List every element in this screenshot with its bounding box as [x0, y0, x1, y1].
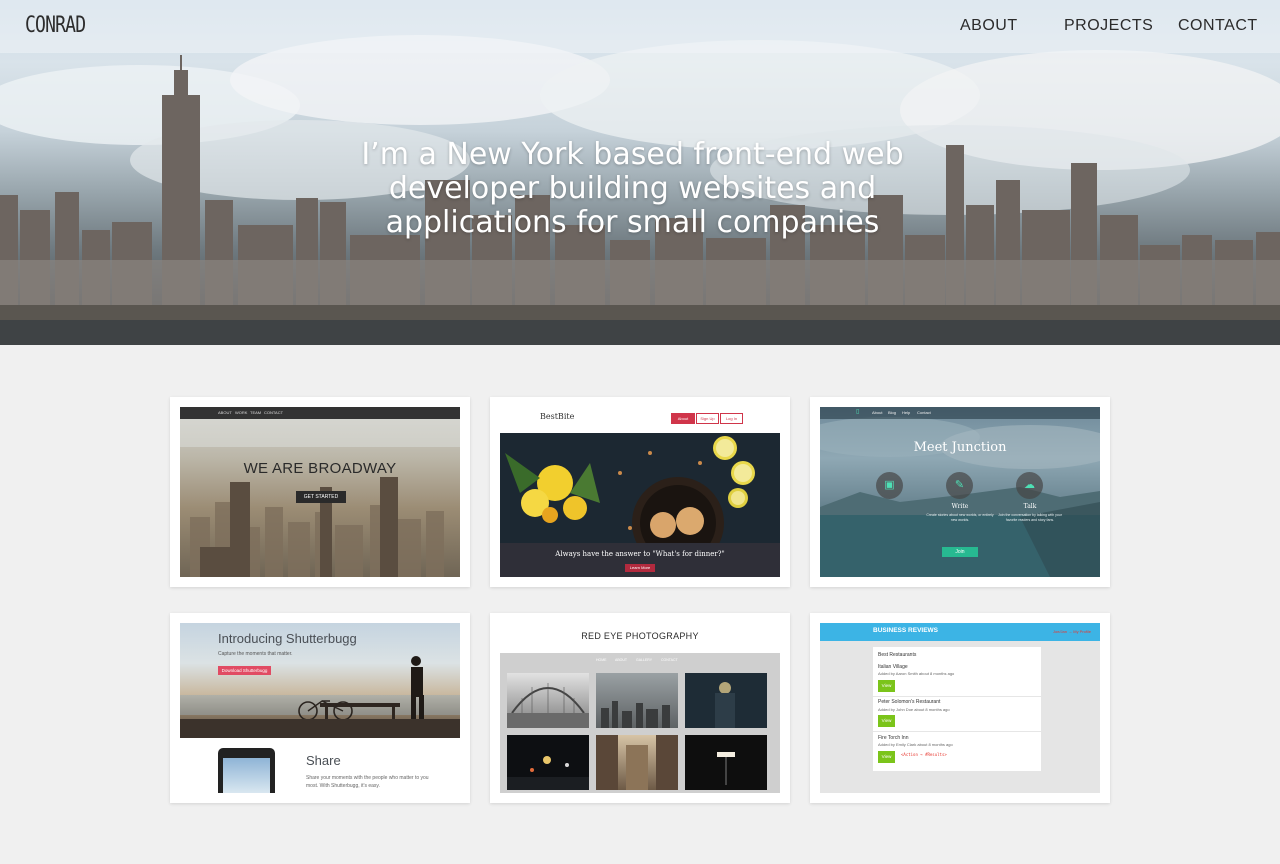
mini-nav-item: ABOUT [218, 410, 232, 415]
mini-nav-item: About [872, 410, 883, 415]
mini-nav-item: TEAM [250, 410, 262, 415]
shutterbugg-title: Introducing Shutterbugg [218, 631, 357, 646]
view-button: View [878, 715, 895, 727]
view-button: View [878, 751, 895, 763]
project-screenshot-bestbite: BestBite About Sign Up Log In Always hav… [500, 407, 780, 577]
shutterbugg-subtitle: Capture the moments that matter. [218, 651, 293, 657]
hero-section: CONRAD ABOUT PROJECTS CONTACT I’m a New … [0, 0, 1280, 345]
gallery-photo-bridge [507, 673, 589, 728]
review-name: Fire Torch Inn [878, 735, 909, 741]
feature-desc: Create stories about new worlds, or enti… [926, 513, 994, 522]
top-navbar: CONRAD ABOUT PROJECTS CONTACT [0, 0, 1280, 53]
about-button: About [671, 413, 695, 424]
panel-title: Best Restaurants [878, 652, 917, 658]
food-photo [500, 433, 780, 569]
project-screenshot-shutterbugg: Introducing Shutterbugg Capture the mome… [180, 623, 460, 793]
mini-navbar: ▯ About Blog Help Contact [820, 407, 1100, 419]
mini-nav-item: Contact [917, 410, 931, 415]
nav-contact[interactable]: CONTACT [1178, 17, 1258, 35]
share-title: Share [306, 753, 341, 768]
project-card-redeye[interactable]: RED EYE PHOTOGRAPHY HOME ABOUT GALLERY C… [490, 613, 790, 803]
gallery-photo-night-street [507, 735, 589, 790]
hero-headline: I’m a New York based front-end web devel… [361, 137, 904, 240]
project-card-junction[interactable]: ▯ About Blog Help Contact Meet Junction … [810, 397, 1110, 587]
gallery-nav-item: GALLERY [636, 658, 653, 662]
feature-name: Talk [1023, 503, 1037, 510]
broadway-title: WE ARE BROADWAY [243, 460, 397, 477]
project-card-bestbite[interactable]: BestBite About Sign Up Log In Always hav… [490, 397, 790, 587]
gallery-photo-skyline [596, 673, 678, 728]
project-screenshot-redeye: RED EYE PHOTOGRAPHY HOME ABOUT GALLERY C… [500, 623, 780, 793]
mini-nav-item: CONTACT [264, 410, 284, 415]
review-meta: Added by John Doe about 8 months ago [878, 707, 950, 712]
learn-more-button: Learn More [625, 564, 655, 572]
view-button: View [878, 680, 895, 692]
mini-nav-item: Blog [888, 410, 897, 415]
bestbite-tagline: Always have the answer to "What's for di… [555, 550, 725, 558]
code-snippet: <Action → #Results> [901, 752, 947, 757]
divider [873, 731, 1041, 732]
project-card-shutterbugg[interactable]: Introducing Shutterbugg Capture the mome… [170, 613, 470, 803]
project-screenshot-broadway: ABOUT WORK TEAM CONTACT WE ARE BROADWAY … [180, 407, 460, 577]
gallery-photo-buildings [596, 735, 678, 790]
food-image [500, 433, 780, 569]
pencil-icon: ✎ [946, 472, 973, 499]
project-screenshot-junction: ▯ About Blog Help Contact Meet Junction … [820, 407, 1100, 577]
gallery-photo-lights [685, 735, 767, 790]
download-button: Download Shutterbugg [218, 666, 271, 675]
phone-screen [223, 758, 270, 793]
feature-desc: Join the conversation by talking with yo… [998, 513, 1062, 522]
project-card-reviews[interactable]: BUSINESS REVIEWS Joe/Jan → My Profile Be… [810, 613, 1110, 803]
cloud-icon: ☁ [1016, 472, 1043, 499]
gallery-nav-item: ABOUT [615, 658, 628, 662]
gallery-nav-item: HOME [596, 658, 607, 662]
review-name: Italian Village [878, 664, 908, 670]
book-icon: ▯ [856, 409, 860, 415]
gallery-nav-item: CONTACT [661, 658, 678, 662]
bestbite-logo: BestBite [540, 412, 575, 421]
gift-icon: ▣ [876, 472, 903, 499]
sign-up-button: Sign Up [696, 413, 719, 424]
gallery-photo-wall [685, 673, 767, 728]
reviews-header-link: Joe/Jan → My Profile [1053, 629, 1092, 634]
project-screenshot-reviews: BUSINESS REVIEWS Joe/Jan → My Profile Be… [820, 623, 1100, 793]
log-in-button: Log In [720, 413, 743, 424]
share-description: Share your moments with the people who m… [306, 775, 429, 789]
review-meta: Added by Emily Clark about 8 months ago [878, 742, 953, 747]
get-started-button: GET STARTED [296, 491, 346, 503]
join-button: Join [942, 547, 978, 557]
divider [873, 696, 1041, 697]
mini-nav-item: Help [902, 410, 911, 415]
junction-title: Meet Junction [913, 440, 1007, 455]
mini-navbar: ABOUT WORK TEAM CONTACT [180, 407, 460, 419]
review-meta: Added by Aaron Smith about 8 months ago [878, 671, 955, 676]
project-card-broadway[interactable]: ABOUT WORK TEAM CONTACT WE ARE BROADWAY … [170, 397, 470, 587]
reviews-title: BUSINESS REVIEWS [873, 627, 939, 634]
site-logo[interactable]: CONRAD [25, 13, 86, 38]
redeye-title: RED EYE PHOTOGRAPHY [581, 631, 699, 641]
nav-projects[interactable]: PROJECTS [1064, 17, 1153, 35]
review-name: Peter Solomon's Restaurant [878, 699, 941, 705]
feature-name: Write [951, 503, 969, 510]
nav-about[interactable]: ABOUT [960, 17, 1018, 35]
mini-nav-item: WORK [235, 410, 248, 415]
